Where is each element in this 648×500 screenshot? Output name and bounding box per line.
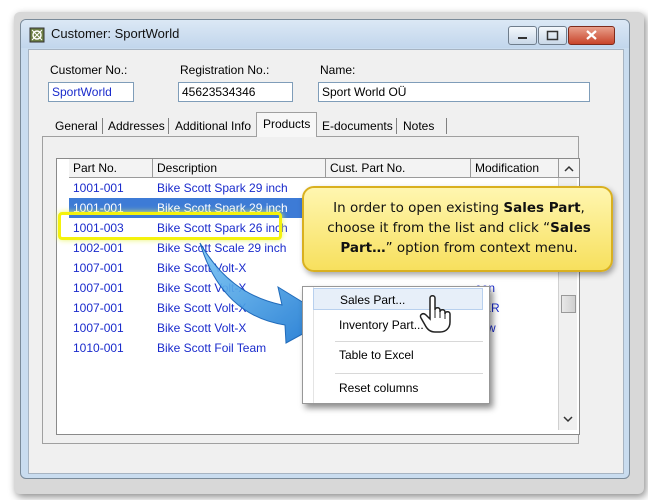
menu-item-table-to-excel[interactable]: Table to Excel bbox=[313, 344, 483, 366]
registration-no-field[interactable]: 45623534346 bbox=[178, 82, 293, 102]
table-cell: 1002-001 bbox=[73, 241, 124, 255]
table-cell: Bike Scott Spark 29 inch bbox=[157, 181, 288, 195]
registration-no-label: Registration No.: bbox=[180, 63, 270, 77]
menu-item-inventory-part[interactable]: Inventory Part... bbox=[313, 314, 483, 336]
close-icon bbox=[586, 30, 597, 40]
scrollbar-thumb[interactable] bbox=[561, 295, 576, 313]
customer-no-label: Customer No.: bbox=[50, 63, 128, 77]
name-label: Name: bbox=[320, 63, 356, 77]
tab-addresses[interactable]: Addresses bbox=[108, 116, 165, 136]
tab-separator bbox=[446, 118, 447, 134]
tab-separator bbox=[102, 118, 103, 134]
column-header-cust-part-no[interactable]: Cust. Part No. bbox=[326, 159, 471, 178]
scroll-down-arrow-icon[interactable] bbox=[561, 414, 575, 426]
tab-notes[interactable]: Notes bbox=[403, 116, 434, 136]
callout-bold-sales-part: Sales Part bbox=[503, 200, 581, 216]
minimize-button[interactable] bbox=[508, 26, 537, 45]
close-button[interactable] bbox=[568, 26, 615, 45]
tab-e-documents[interactable]: E-documents bbox=[322, 116, 393, 136]
table-cell: 1007-001 bbox=[73, 261, 124, 275]
table-cell: 1007-001 bbox=[73, 321, 124, 335]
column-header-modification[interactable]: Modification bbox=[471, 159, 559, 178]
instruction-callout: In order to open existing Sales Part, ch… bbox=[302, 186, 613, 272]
callout-text: In order to open existing Sales Part, ch… bbox=[318, 198, 600, 258]
menu-item-reset-columns[interactable]: Reset columns bbox=[313, 377, 483, 399]
column-header-description[interactable]: Description bbox=[153, 159, 326, 178]
minimize-icon bbox=[518, 37, 527, 39]
context-menu: Sales Part... Inventory Part... Table to… bbox=[302, 286, 490, 404]
table-cell: 1007-001 bbox=[73, 281, 124, 295]
maximize-icon bbox=[546, 30, 559, 41]
hand-cursor-icon bbox=[419, 295, 451, 333]
scroll-up-arrow-icon[interactable] bbox=[562, 162, 576, 176]
table-cell: 1010-001 bbox=[73, 341, 124, 355]
tab-general[interactable]: General bbox=[55, 116, 98, 136]
menu-separator bbox=[335, 341, 483, 342]
column-header-part-no[interactable]: Part No. bbox=[69, 159, 153, 178]
window-title: Customer: SportWorld bbox=[51, 26, 180, 41]
title-bar[interactable]: Customer: SportWorld bbox=[21, 20, 629, 48]
tab-products[interactable]: Products bbox=[256, 112, 318, 137]
callout-text-part: ” option from context menu. bbox=[385, 240, 578, 256]
tab-additional-info[interactable]: Additional Info bbox=[175, 116, 251, 136]
callout-text-part: In order to open existing bbox=[333, 200, 504, 216]
column-header-spacer bbox=[559, 159, 579, 178]
customer-no-field[interactable]: SportWorld bbox=[48, 82, 134, 102]
tab-separator bbox=[396, 118, 397, 134]
menu-item-sales-part[interactable]: Sales Part... bbox=[313, 288, 483, 310]
table-cell: 1001-001 bbox=[73, 181, 124, 195]
name-field[interactable]: Sport World OÜ bbox=[318, 82, 590, 102]
menu-separator bbox=[335, 373, 483, 374]
app-icon bbox=[29, 27, 45, 43]
tab-separator bbox=[168, 118, 169, 134]
table-cell: 1007-001 bbox=[73, 301, 124, 315]
maximize-button[interactable] bbox=[538, 26, 567, 45]
